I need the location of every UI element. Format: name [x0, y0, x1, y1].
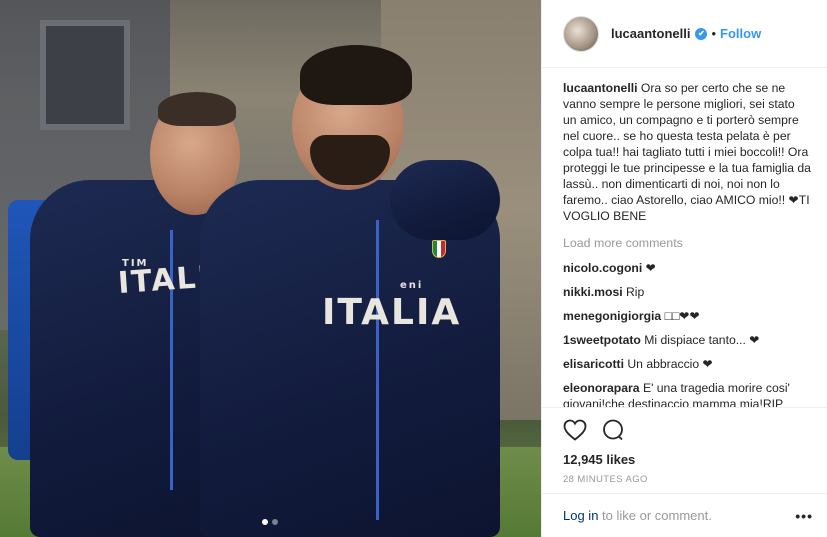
comment-text: Mi dispiace tanto... ❤ — [644, 333, 760, 347]
comment-text: ❤ — [645, 261, 656, 275]
login-link[interactable]: Log in — [563, 508, 598, 523]
login-prompt: Log in to like or comment. ••• — [542, 493, 827, 537]
player-right-arm — [390, 160, 500, 240]
comment-username[interactable]: eleonorapara — [563, 381, 640, 395]
player-right: eni ITALIA — [0, 0, 541, 537]
post-photo[interactable]: TIM ITALIA eni ITALIA — [0, 0, 541, 537]
login-rest-text: to like or comment. — [598, 508, 712, 523]
player-right-hair — [300, 45, 412, 105]
follow-button[interactable]: Follow — [720, 26, 761, 41]
comment-text: Un abbraccio ❤ — [627, 357, 713, 371]
comment-item: elisaricotti Un abbraccio ❤ — [563, 356, 811, 372]
comment-item: eleonorapara E' una tragedia morire cosi… — [563, 380, 811, 407]
header-username[interactable]: lucaantonelli — [611, 26, 690, 41]
post-timestamp[interactable]: 28 MINUTES AGO — [563, 474, 811, 485]
comment-username[interactable]: 1sweetpotato — [563, 333, 641, 347]
login-prompt-text: Log in to like or comment. — [563, 508, 712, 523]
header-separator: • — [711, 26, 717, 41]
comment-username[interactable]: elisaricotti — [563, 357, 624, 371]
post-caption: lucaantonelli Ora so per certo che se ne… — [563, 80, 811, 224]
comment-text: □□❤❤ — [664, 309, 700, 323]
like-count[interactable]: 12,945 likes — [563, 452, 811, 467]
caption-username[interactable]: lucaantonelli — [563, 81, 638, 95]
more-options-icon[interactable]: ••• — [795, 508, 813, 524]
avatar[interactable] — [563, 15, 599, 52]
player-right-crest — [432, 240, 446, 258]
comment-username[interactable]: nikki.mosi — [563, 285, 623, 299]
player-right-sponsor: eni — [400, 280, 424, 291]
like-heart-icon[interactable] — [563, 418, 587, 442]
comment-username[interactable]: menegonigiorgia — [563, 309, 661, 323]
carousel-dot-2[interactable] — [272, 519, 278, 525]
comment-bubble-icon[interactable] — [601, 418, 625, 442]
action-icons — [563, 416, 811, 444]
player-right-zipper — [376, 220, 379, 520]
carousel-dots — [262, 519, 278, 525]
comment-item: nikki.mosi Rip — [563, 284, 811, 300]
carousel-dot-1[interactable] — [262, 519, 268, 525]
comments-section[interactable]: lucaantonelli Ora so per certo che se ne… — [542, 68, 827, 407]
post-actions: 12,945 likes 28 MINUTES AGO Log in to li… — [542, 407, 827, 537]
comment-text: Rip — [626, 285, 645, 299]
post-sidebar: lucaantonelli ✔ • Follow lucaantonelli O… — [541, 0, 827, 537]
verified-badge-icon: ✔ — [695, 27, 708, 40]
load-more-comments-button[interactable]: Load more comments — [563, 236, 811, 250]
comment-item: menegonigiorgia □□❤❤ — [563, 308, 811, 324]
player-right-chest-text: ITALIA — [322, 292, 462, 333]
comment-item: nicolo.cogoni ❤ — [563, 260, 811, 276]
comment-username[interactable]: nicolo.cogoni — [563, 261, 642, 275]
instagram-post: TIM ITALIA eni ITALIA lucaantonelli ✔ • — [0, 0, 827, 537]
caption-text: Ora so per certo che se ne vanno sempre … — [563, 81, 811, 223]
comment-item: 1sweetpotato Mi dispiace tanto... ❤ — [563, 332, 811, 348]
post-header: lucaantonelli ✔ • Follow — [542, 0, 827, 68]
